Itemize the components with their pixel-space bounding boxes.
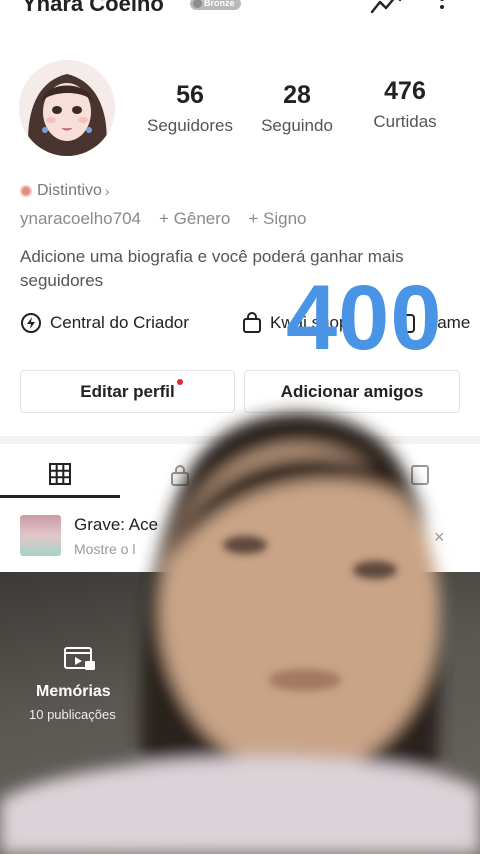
edit-profile-button[interactable]: Editar perfil	[20, 370, 235, 413]
avatar-illustration	[19, 60, 115, 156]
following-count: 28	[283, 81, 311, 109]
following-label: Seguindo	[261, 116, 333, 135]
close-icon[interactable]: ×	[434, 527, 445, 548]
edit-profile-label: Editar perfil	[80, 381, 175, 401]
banner-subtitle: Mostre o l	[74, 541, 136, 557]
notification-dot	[177, 379, 183, 385]
followers-count: 56	[176, 81, 204, 109]
section-divider	[0, 436, 480, 444]
profile-meta-row: ynaracoelho704 + Gênero + Signo	[20, 209, 306, 229]
profile-tabs	[0, 452, 480, 498]
memories-count: 10 publicações	[29, 707, 116, 722]
more-vertical-icon[interactable]	[437, 0, 447, 14]
tab-private[interactable]	[120, 452, 240, 498]
add-gender-link[interactable]: + Gênero	[159, 209, 230, 229]
add-friends-button[interactable]: Adicionar amigos	[244, 370, 460, 413]
avatar[interactable]	[19, 60, 115, 156]
tab-posts[interactable]	[0, 452, 120, 498]
banner-thumbnail	[20, 515, 61, 556]
add-sign-link[interactable]: + Signo	[248, 209, 306, 229]
distintivo-badge-icon	[20, 185, 32, 197]
trend-chart-icon[interactable]	[370, 0, 402, 16]
creator-center-label: Central do Criador	[50, 313, 189, 332]
record-banner[interactable]: Grave: Ace Mostre o l ×	[0, 505, 480, 570]
liked-posts-icon	[411, 465, 429, 485]
tab-liked[interactable]	[360, 452, 480, 498]
distintivo-link[interactable]: Distintivo ›	[20, 182, 110, 200]
overlay-number: 400	[286, 267, 443, 369]
creator-center-link[interactable]: Central do Criador	[20, 312, 189, 334]
profile-handle: ynaracoelho704	[20, 209, 141, 228]
likes-label: Curtidas	[373, 112, 437, 131]
grid-icon	[49, 462, 71, 485]
banner-title: Grave: Ace	[74, 515, 159, 534]
followers-stat[interactable]: 56 Seguidores	[135, 81, 245, 136]
lightning-icon	[21, 313, 41, 333]
distintivo-label: Distintivo	[37, 182, 102, 199]
top-bar: Ynara Coelho Bronze	[0, 0, 480, 22]
profile-username: Ynara Coelho	[22, 0, 164, 16]
following-stat[interactable]: 28 Seguindo	[242, 81, 352, 136]
memories-title: Memórias	[36, 683, 111, 700]
likes-count: 476	[384, 77, 426, 105]
likes-stat[interactable]: 476 Curtidas	[350, 77, 460, 132]
shopping-bag-icon	[243, 312, 261, 333]
add-friends-label: Adicionar amigos	[280, 381, 424, 401]
memories-film-icon	[64, 647, 95, 670]
bronze-badge[interactable]: Bronze	[190, 0, 241, 10]
lock-icon	[171, 465, 189, 486]
chevron-right-icon: ›	[104, 183, 110, 199]
followers-label: Seguidores	[146, 116, 233, 135]
